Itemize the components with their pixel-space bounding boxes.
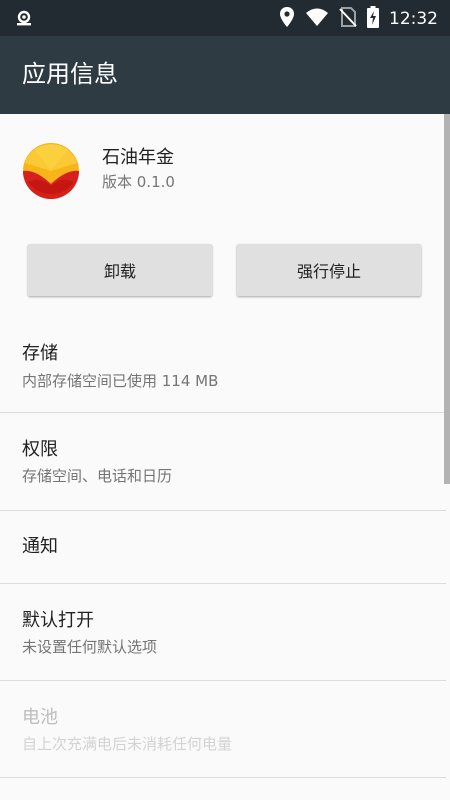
app-version: 版本 0.1.0 [102, 173, 175, 191]
settings-item-title: 电池 [22, 707, 58, 728]
settings-item-title: 默认打开 [22, 610, 94, 631]
location-icon [279, 6, 295, 32]
petrochina-logo-icon [22, 142, 80, 200]
status-time: 12:32 [389, 9, 438, 29]
settings-item-title: 通知 [22, 536, 58, 557]
settings-item-summary: 未设置任何默认选项 [22, 638, 158, 656]
scrollbar[interactable] [444, 114, 450, 484]
force-stop-button[interactable]: 强行停止 [237, 244, 421, 296]
settings-item-summary: 存储空间、电话和日历 [22, 467, 173, 485]
settings-item-permissions[interactable]: 权限 存储空间、电话和日历 [0, 413, 446, 510]
settings-item-summary: 内部存储空间已使用 114 MB [22, 372, 219, 390]
settings-item-open-by-default[interactable]: 默认打开 未设置任何默认选项 [0, 584, 446, 680]
app-info-content[interactable]: 石油年金 版本 0.1.0 卸载 强行停止 存储 内部存储空间已使用 114 M… [0, 114, 450, 800]
settings-item-battery: 电池 自上次充满电后未消耗任何电量 [0, 681, 446, 777]
app-header: 石油年金 版本 0.1.0 [0, 114, 450, 224]
no-sim-icon [339, 7, 357, 31]
settings-item-summary: 自上次充满电后未消耗任何电量 [22, 735, 233, 753]
battery-charging-icon [367, 6, 379, 32]
page-title: 应用信息 [22, 60, 118, 88]
divider [0, 777, 446, 778]
status-bar: 12:32 [0, 0, 450, 36]
status-icons: 12:32 [269, 6, 438, 32]
settings-item-notifications[interactable]: 通知 [0, 511, 446, 583]
settings-item-title: 权限 [22, 439, 58, 460]
wifi-icon [305, 7, 329, 31]
app-name: 石油年金 [102, 147, 174, 168]
settings-item-storage[interactable]: 存储 内部存储空间已使用 114 MB [0, 324, 446, 412]
app-bar: 应用信息 [0, 36, 450, 114]
notification-icon [14, 8, 34, 32]
settings-item-title: 存储 [22, 343, 58, 364]
uninstall-button[interactable]: 卸载 [28, 244, 212, 296]
